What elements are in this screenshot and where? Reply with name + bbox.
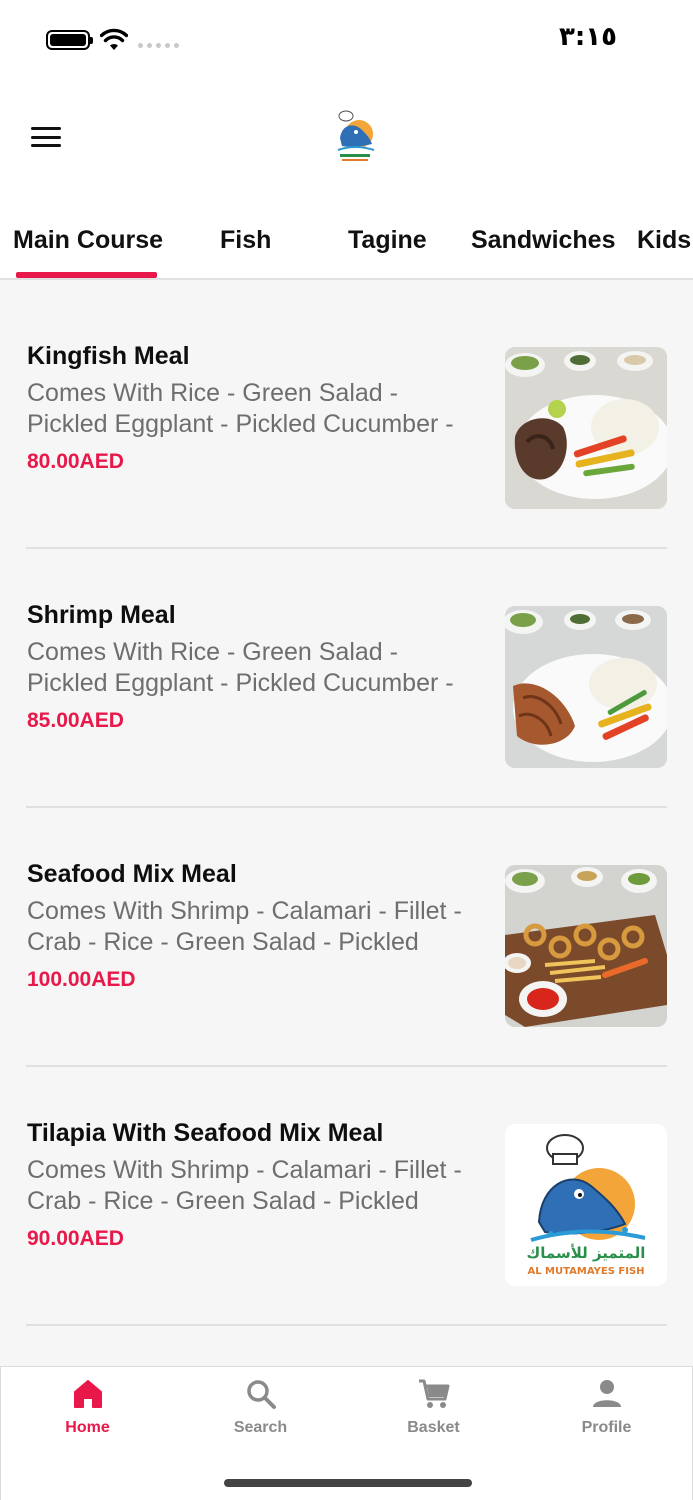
nav-profile-label: Profile xyxy=(581,1419,632,1436)
menu-item-list: Kingfish Meal Comes With Rice - Green Sa… xyxy=(0,280,693,1366)
item-price: 80.00AED xyxy=(27,450,124,473)
category-tabs: Main Course Fish Tagine Sandwiches Kids xyxy=(0,200,693,280)
wifi-icon xyxy=(100,28,128,50)
item-description: Comes With Rice - Green Salad - Pickled … xyxy=(27,379,454,438)
shrimp-meal-photo xyxy=(505,606,667,768)
cart-icon xyxy=(418,1379,449,1408)
nav-home[interactable]: Home xyxy=(1,1377,174,1457)
status-bar: ٣:١٥ xyxy=(0,0,693,80)
nav-search-label: Search xyxy=(233,1419,288,1436)
nav-profile[interactable]: Profile xyxy=(520,1377,693,1457)
status-time: ٣:١٥ xyxy=(558,22,617,52)
menu-item[interactable]: Tilapia With Seafood Mix Meal Comes With… xyxy=(0,1057,693,1326)
logo-english-text: AL MUTAMAYES FISH xyxy=(527,1266,645,1277)
tab-sandwiches[interactable]: Sandwiches xyxy=(471,226,616,255)
cellular-signal-icon xyxy=(138,43,179,48)
home-icon xyxy=(73,1380,102,1408)
bottom-navigation: Home Search Basket Profile xyxy=(0,1366,693,1500)
item-price: 100.00AED xyxy=(27,968,136,991)
item-title: Shrimp Meal xyxy=(27,601,176,629)
menu-item[interactable]: Seafood Mix Meal Comes With Shrimp - Cal… xyxy=(0,798,693,1067)
restaurant-logo: المتميز للأسماك AL MUTAMAYES FISH xyxy=(505,1124,667,1286)
nav-search[interactable]: Search xyxy=(174,1377,347,1457)
search-icon xyxy=(246,1380,276,1409)
tab-kids[interactable]: Kids xyxy=(637,226,691,255)
battery-icon xyxy=(46,30,93,50)
person-icon xyxy=(592,1380,621,1407)
item-description: Comes With Rice - Green Salad - Pickled … xyxy=(27,638,454,697)
item-title: Seafood Mix Meal xyxy=(27,860,237,888)
nav-basket[interactable]: Basket xyxy=(347,1377,520,1457)
restaurant-logo xyxy=(337,110,375,161)
item-title: Kingfish Meal xyxy=(27,342,190,370)
item-price: 85.00AED xyxy=(27,709,124,732)
tab-fish[interactable]: Fish xyxy=(220,226,271,255)
seafood-mix-photo xyxy=(505,865,667,1027)
item-description: Comes With Shrimp - Calamari - Fillet - … xyxy=(27,1156,462,1215)
tab-main-course[interactable]: Main Course xyxy=(13,226,163,255)
logo-arabic-text: المتميز للأسماك xyxy=(526,1244,646,1262)
item-description: Comes With Shrimp - Calamari - Fillet - … xyxy=(27,897,462,956)
menu-icon[interactable] xyxy=(28,122,64,152)
app-header xyxy=(0,80,693,200)
home-indicator xyxy=(224,1479,472,1487)
item-title: Tilapia With Seafood Mix Meal xyxy=(27,1119,384,1147)
menu-item[interactable]: Shrimp Meal Comes With Rice - Green Sala… xyxy=(0,539,693,808)
nav-basket-label: Basket xyxy=(407,1419,460,1436)
nav-home-label: Home xyxy=(65,1419,110,1436)
divider xyxy=(26,1324,667,1326)
tab-tagine[interactable]: Tagine xyxy=(348,226,427,255)
item-price: 90.00AED xyxy=(27,1227,124,1250)
kingfish-meal-photo xyxy=(505,347,667,509)
menu-item[interactable]: Kingfish Meal Comes With Rice - Green Sa… xyxy=(0,280,693,549)
active-tab-indicator xyxy=(16,272,157,278)
